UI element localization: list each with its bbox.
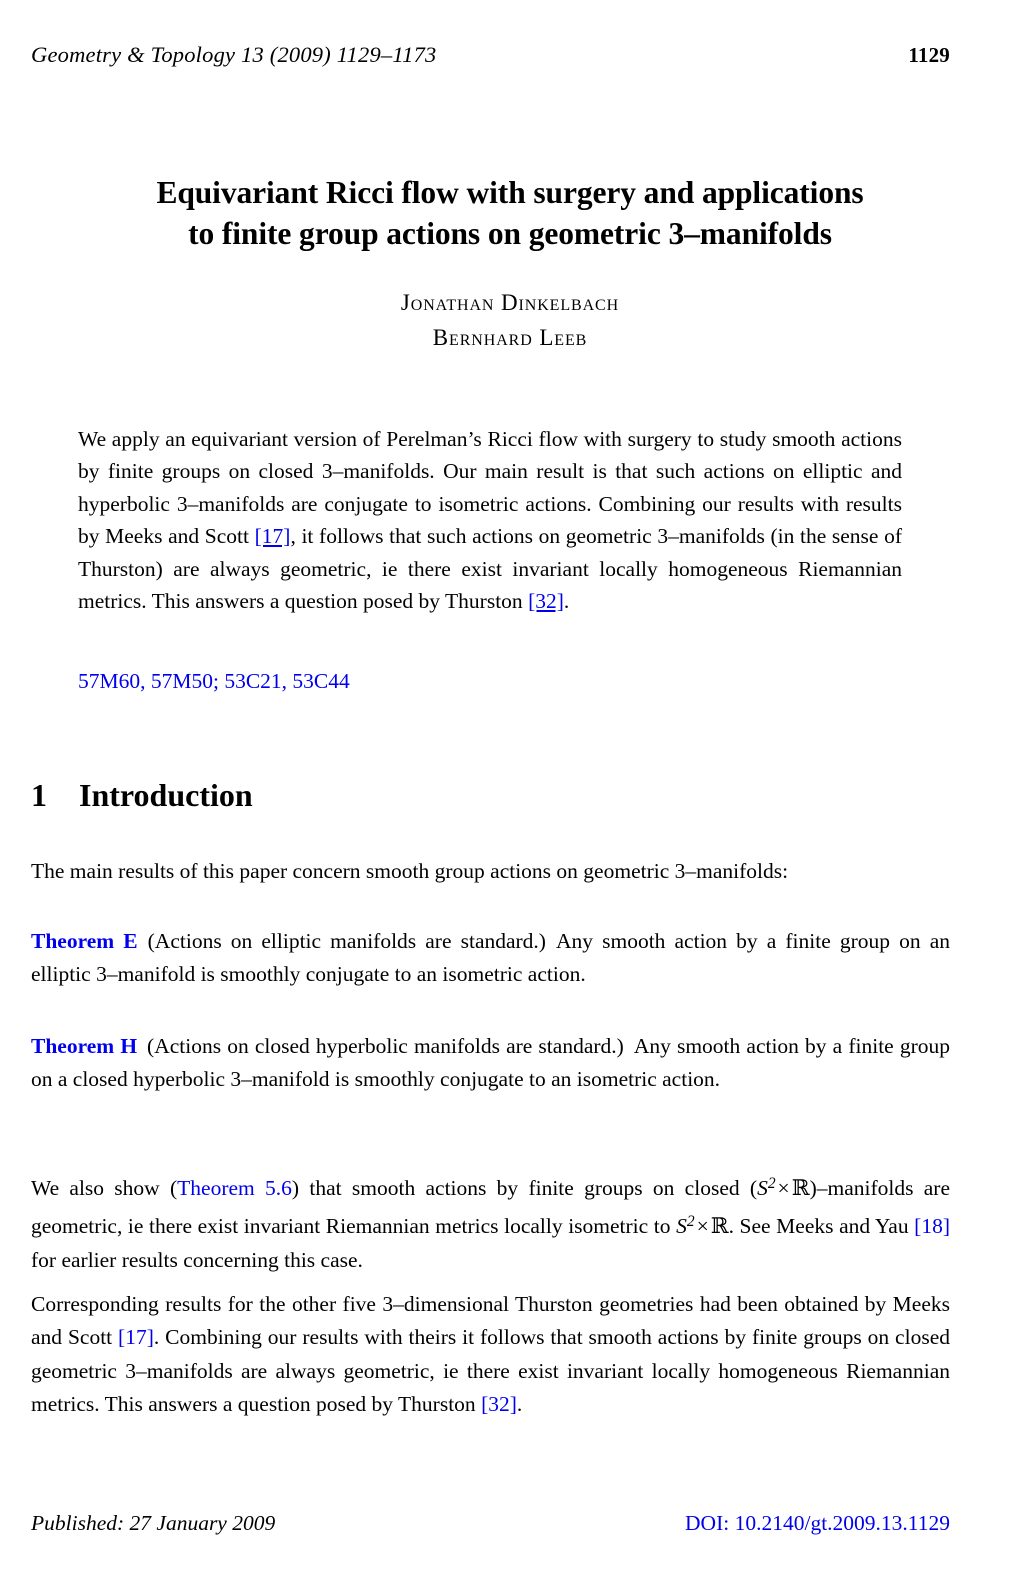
paragraph-s2xr-text-5: for earlier results concerning this case… [31,1247,363,1272]
citation-link-32[interactable]: [32] [528,589,564,613]
section-heading-introduction: 1 Introduction [31,777,950,814]
author-name: Jonathan Dinkelbach [400,290,620,315]
math-superscript-2: 2 [767,1175,776,1192]
paragraph-intro-text: The main results of this paper concern s… [31,859,789,883]
theorem-e-parenthetical: (Actions on elliptic manifolds are stand… [147,929,546,953]
msc-codes-link[interactable]: 57M60, 57M50; 53C21, 53C44 [78,669,350,693]
math-times-operator: × [777,1175,790,1200]
citation-link-17[interactable]: [17] [255,524,291,548]
paragraph-s2xr: We also show (Theorem 5.6) that smooth a… [31,1167,950,1277]
paragraph-s2xr-text-2: ) that smooth actions by finite groups o… [291,1175,758,1200]
page-title: Equivariant Ricci flow with surgery and … [60,172,960,254]
theorem-h-label: Theorem H [31,1034,138,1058]
section-title: Introduction [79,777,253,813]
theorem-e-block: Theorem E (Actions on elliptic manifolds … [31,925,950,992]
section-number: 1 [31,777,47,813]
theorem-e-label: Theorem E [31,929,138,953]
running-head: Geometry & Topology 13 (2009) 1129–1173 … [31,42,950,68]
math-symbol-reals: ℝ [710,1214,729,1240]
math-symbol-reals: ℝ [791,1175,810,1201]
citation-link-32[interactable]: [32] [481,1392,517,1416]
math-superscript-2: 2 [686,1213,695,1231]
paragraph-corresponding-text-3: . [516,1392,523,1417]
journal-citation: Geometry & Topology 13 (2009) 1129–1173 [31,42,437,67]
author-name: Bernhard Leeb [432,325,588,350]
page-number: 1129 [908,43,950,67]
citation-link-18[interactable]: [18] [914,1214,950,1238]
citation-link-17[interactable]: [17] [118,1325,154,1349]
math-times-operator: × [696,1214,709,1239]
published-date: Published: 27 January 2009 [31,1511,276,1535]
abstract: We apply an equivariant version of Perel… [78,423,902,617]
page-footer: Published: 27 January 2009 DOI: 10.2140/… [31,1511,950,1536]
paper-page: Geometry & Topology 13 (2009) 1129–1173 … [0,0,1020,1584]
paragraph-corresponding-results: Corresponding results for the other five… [31,1288,950,1422]
author-list: Jonathan Dinkelbach Bernhard Leeb [60,285,960,355]
doi-link[interactable]: DOI: 10.2140/gt.2009.13.1129 [685,1511,950,1536]
title-line-2: to finite group actions on geometric 3–m… [188,216,832,251]
title-line-1: Equivariant Ricci flow with surgery and … [156,175,864,210]
paragraph-s2xr-text-4: . See Meeks and Yau [728,1214,915,1239]
msc-classification: 57M60, 57M50; 53C21, 53C44 [78,669,902,694]
theorem-h-block: Theorem H (Actions on closed hyperbolic m… [31,1030,950,1097]
abstract-text-part-3: . [563,589,570,614]
theorem-5-6-link[interactable]: Theorem 5.6 [177,1176,292,1200]
math-symbol-s: S [676,1214,687,1239]
math-symbol-s: S [757,1175,768,1200]
paragraph-s2xr-text-1: We also show ( [31,1175,178,1200]
theorem-h-parenthetical: (Actions on closed hyperbolic manifolds … [147,1034,624,1058]
paragraph-intro: The main results of this paper concern s… [31,855,950,888]
